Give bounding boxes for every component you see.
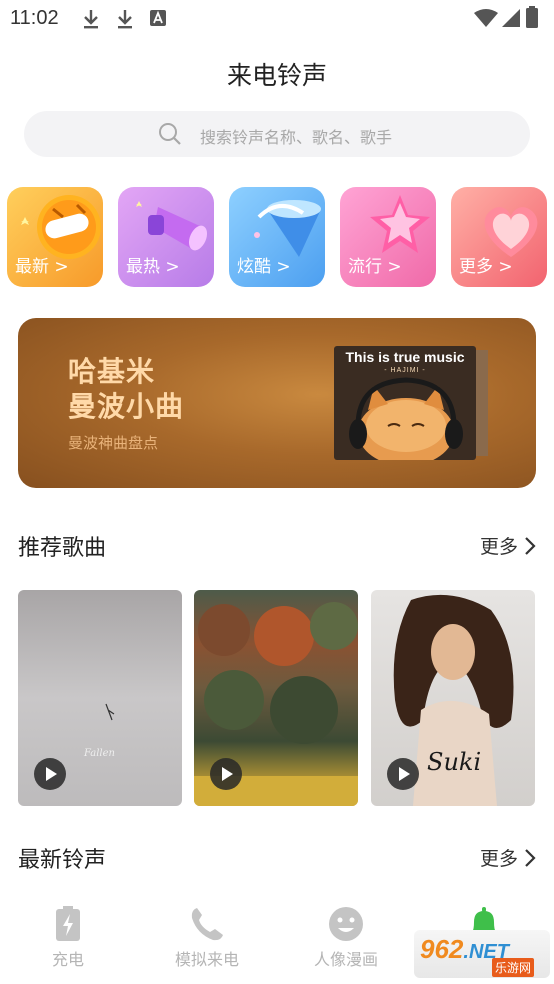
watermark-logo: 962.NET 乐游网 (414, 930, 550, 978)
chevron-right-icon (525, 536, 536, 555)
song-card[interactable] (194, 590, 358, 806)
watermark-sub: 乐游网 (492, 958, 535, 977)
download-icon (118, 10, 132, 29)
category-more[interactable]: 更多 > (451, 187, 547, 287)
category-hottest[interactable]: 最热 > (118, 187, 214, 287)
category-label: 更多 > (459, 257, 513, 277)
section-title-recommended: 推荐歌曲 (18, 536, 107, 561)
tab-label: 模拟来电 (174, 950, 239, 969)
status-bar: 11:02 (0, 0, 554, 38)
tab-charging[interactable]: 充电 (8, 906, 128, 970)
page-title: 来电铃声 (226, 61, 327, 90)
chevron-right-icon (525, 848, 536, 867)
banner-title: 哈基米 曼波小曲 (68, 354, 184, 424)
svg-text:Fallen: Fallen (83, 748, 115, 759)
song-card[interactable]: Suki (371, 590, 535, 806)
wifi-icon (474, 9, 498, 27)
tab-fake-call[interactable]: 模拟来电 (147, 906, 267, 970)
svg-text:Suki: Suki (427, 748, 481, 776)
cat-headphones-image (349, 377, 463, 460)
banner-title-line2: 曼波小曲 (68, 390, 185, 423)
battery-charge-icon (56, 906, 80, 941)
battery-icon (526, 6, 538, 28)
play-icon[interactable] (34, 758, 66, 790)
more-label: 更多 (479, 536, 518, 558)
section-title-latest: 最新铃声 (18, 848, 107, 873)
more-label: 更多 (479, 848, 518, 870)
play-icon[interactable] (387, 758, 419, 790)
category-newest[interactable]: 最新 > (7, 187, 103, 287)
search-bar[interactable]: 搜索铃声名称、歌名、歌手 (24, 111, 530, 157)
status-time: 11:02 (10, 7, 59, 29)
album-edge (476, 350, 488, 456)
category-label: 最热 > (126, 257, 180, 277)
tab-portrait-cartoon[interactable]: 人像漫画 (286, 906, 406, 970)
recommended-more-link[interactable]: 更多 (480, 532, 536, 559)
category-cool[interactable]: 炫酷 > (229, 187, 325, 287)
tab-label: 充电 (51, 950, 84, 969)
banner-subtitle: 曼波神曲盘点 (68, 434, 159, 452)
promo-banner[interactable]: 哈基米 曼波小曲 曼波神曲盘点 This is true music - HAJ… (18, 318, 536, 488)
search-icon (159, 123, 181, 145)
tab-label: 人像漫画 (313, 950, 378, 969)
download-icon (84, 10, 98, 29)
category-label: 最新 > (15, 257, 69, 277)
category-label: 炫酷 > (237, 257, 291, 277)
signal-icon (502, 9, 520, 27)
song-card[interactable]: Fallen (18, 590, 182, 806)
search-input[interactable]: 搜索铃声名称、歌名、歌手 (200, 124, 392, 148)
banner-title-line1: 哈基米 (68, 355, 156, 388)
category-label: 流行 > (348, 257, 402, 277)
category-popular[interactable]: 流行 > (340, 187, 436, 287)
font-a-icon (150, 10, 166, 26)
album-cover: This is true music - HAJIMI - (334, 346, 476, 460)
latest-more-link[interactable]: 更多 (480, 844, 536, 871)
play-icon[interactable] (210, 758, 242, 790)
phone-icon (191, 908, 223, 941)
smile-face-icon (329, 907, 363, 941)
